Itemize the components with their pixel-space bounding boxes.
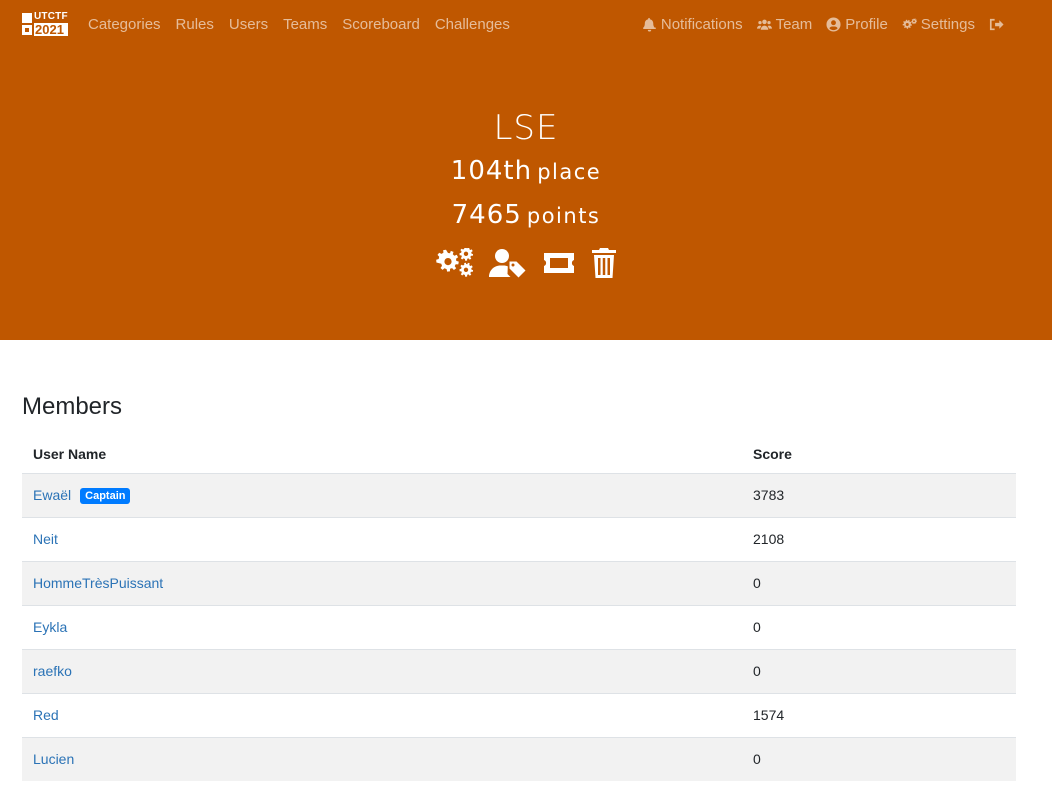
captain-badge: Captain [80,487,131,504]
nav-settings-label: Settings [920,15,975,33]
bell-icon [642,17,656,32]
nav-categories[interactable]: Categories [88,16,161,33]
team-rank: 104th place [0,154,1052,191]
choose-captain-button[interactable] [488,248,527,278]
nav-notifications[interactable]: Notifications [642,16,743,33]
ticket-icon [543,253,574,273]
table-row: raefko 0 [22,648,1016,693]
nav-teams[interactable]: Teams [283,16,327,33]
nav-team-label: Team [775,15,813,33]
member-score: 0 [742,648,1016,693]
member-score: 0 [742,736,1016,781]
member-score: 3783 [742,472,1016,517]
sign-out-icon [989,18,1004,30]
nav-profile-label: Profile [845,15,888,33]
members-title: Members [22,393,123,420]
points-label: points [526,204,601,228]
rank-label: place [537,160,602,184]
table-row: Ewaël Captain 3783 [22,472,1016,517]
team-invite-button[interactable] [542,248,576,278]
members-section: Members User Name Score Ewaël Captain 378… [0,392,1052,781]
team-name: LSE [493,108,559,148]
rank-value: 104th [450,156,533,186]
nav-left: Categories Rules Users Teams Scoreboard … [88,16,525,33]
disband-team-button[interactable] [591,248,617,278]
points-value: 7465 [451,200,522,230]
trash-icon [591,248,616,278]
member-score: 1574 [742,692,1016,737]
nav-right: Notifications Team Profile Settings [642,16,1030,33]
team-points: 7465 points [0,198,1052,235]
member-link[interactable]: raefko [33,663,72,679]
member-link[interactable]: Lucien [33,751,74,767]
nav-challenges[interactable]: Challenges [435,16,510,33]
member-score: 0 [742,560,1016,605]
logo-mark-icon [22,13,32,35]
table-row: Eykla 0 [22,604,1016,649]
table-row: Neit 2108 [22,516,1016,561]
nav-users[interactable]: Users [229,16,268,33]
brand-line2: 2021 [34,23,68,36]
nav-scoreboard[interactable]: Scoreboard [342,16,420,33]
edit-team-button[interactable] [435,248,474,278]
brand-logo[interactable]: UTCTF 2021 [22,12,68,36]
nav-logout[interactable] [989,17,1004,32]
member-link[interactable]: Neit [33,531,58,547]
brand-line1: UTCTF [34,11,68,22]
member-link[interactable]: Red [33,707,59,723]
team-actions [0,248,1052,278]
users-icon [756,19,772,30]
gears-icon [435,248,473,277]
table-row: HommeTrèsPuissant 0 [22,560,1016,605]
nav-profile[interactable]: Profile [826,16,888,33]
nav-team[interactable]: Team [756,15,813,33]
member-score: 0 [742,604,1016,649]
members-table: User Name Score Ewaël Captain 3783 Neit 2… [22,435,1016,781]
nav-rules[interactable]: Rules [176,16,214,33]
table-row: Red 1574 [22,692,1016,737]
member-link[interactable]: Ewaël [33,487,71,503]
team-header: UTCTF 2021 Categories Rules Users Teams … [0,0,1052,340]
member-score: 2108 [742,516,1016,561]
nav-notifications-label: Notifications [660,15,743,33]
member-link[interactable]: HommeTrèsPuissant [33,575,163,591]
header-user-name: User Name [22,435,742,474]
navbar: UTCTF 2021 Categories Rules Users Teams … [0,0,1052,48]
table-header-row: User Name Score [22,435,1016,474]
table-row: Lucien 0 [22,736,1016,781]
nav-settings[interactable]: Settings [902,16,975,33]
header-score: Score [742,435,1016,474]
member-link[interactable]: Eykla [33,619,67,635]
cogs-icon [902,17,917,29]
team-info: LSE 104th place 7465 points [0,108,1052,278]
user-tag-icon [488,249,525,278]
user-circle-icon [826,16,841,32]
